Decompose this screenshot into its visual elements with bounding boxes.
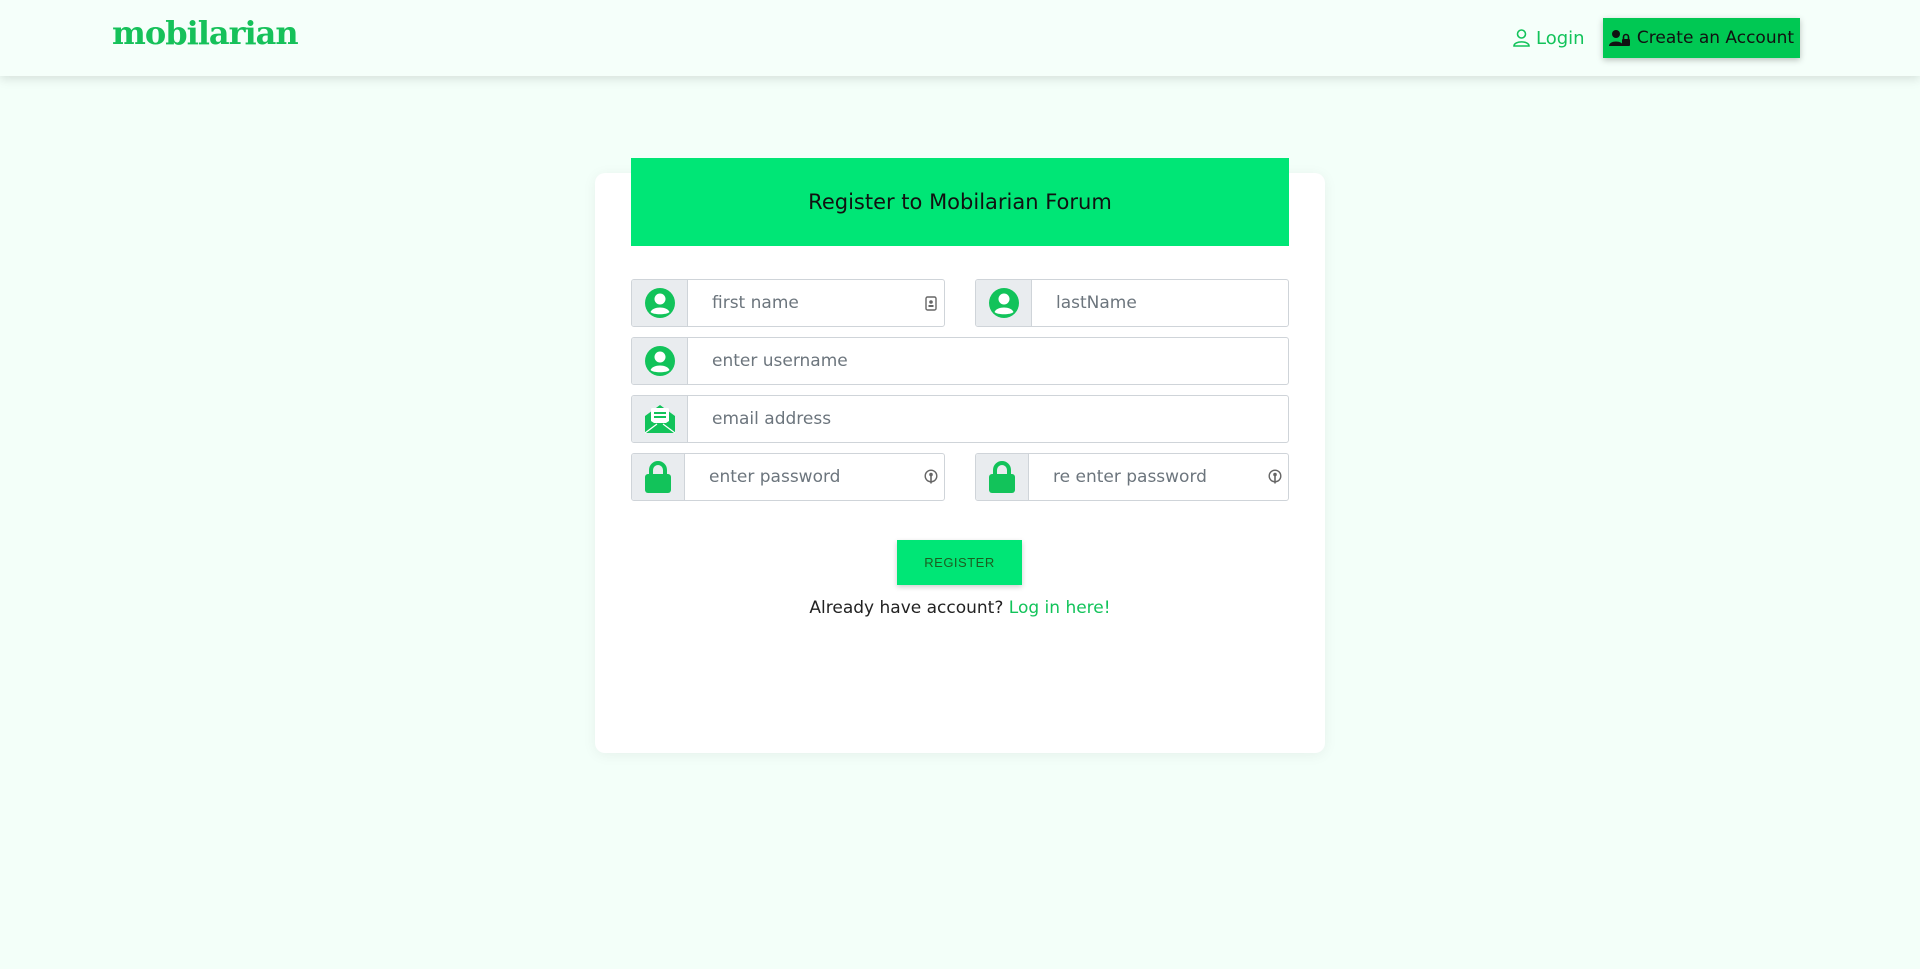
login-link[interactable]: Login bbox=[1513, 25, 1585, 51]
email-input[interactable] bbox=[688, 396, 1288, 442]
login-prompt: Already have account? Log in here! bbox=[595, 598, 1325, 618]
login-label: Login bbox=[1536, 27, 1585, 49]
user-circle-icon bbox=[644, 346, 675, 376]
first-name-field bbox=[631, 279, 945, 327]
register-button[interactable]: REGISTER bbox=[897, 540, 1022, 585]
password-field bbox=[631, 453, 945, 501]
user-circle-icon bbox=[644, 288, 675, 318]
email-field bbox=[631, 395, 1289, 443]
create-account-button[interactable]: Create an Account bbox=[1603, 18, 1800, 58]
envelope-open-text-icon bbox=[644, 405, 675, 434]
first-name-input[interactable] bbox=[688, 280, 918, 326]
user-outline-icon bbox=[1513, 29, 1530, 47]
confirm-password-input[interactable] bbox=[1029, 454, 1262, 500]
last-name-input[interactable] bbox=[1032, 280, 1288, 326]
brand-logo[interactable]: mobilarian bbox=[112, 14, 299, 52]
top-navbar: mobilarian Login Create an Account bbox=[0, 0, 1920, 76]
user-lock-icon bbox=[1608, 30, 1630, 46]
lock-icon bbox=[989, 461, 1015, 493]
password-input[interactable] bbox=[685, 454, 918, 500]
password-key-icon bbox=[1268, 469, 1282, 484]
register-title: Register to Mobilarian Forum bbox=[631, 158, 1289, 246]
last-name-field bbox=[975, 279, 1289, 327]
username-input[interactable] bbox=[688, 338, 1288, 384]
create-account-label: Create an Account bbox=[1636, 28, 1795, 48]
username-field bbox=[631, 337, 1289, 385]
confirm-password-field bbox=[975, 453, 1289, 501]
password-key-icon bbox=[924, 469, 938, 484]
lock-icon bbox=[645, 461, 671, 493]
user-circle-icon bbox=[988, 288, 1019, 318]
already-have-account-text: Already have account? bbox=[809, 598, 1004, 618]
contact-card-icon bbox=[925, 295, 937, 311]
login-here-link[interactable]: Log in here! bbox=[1009, 598, 1111, 618]
